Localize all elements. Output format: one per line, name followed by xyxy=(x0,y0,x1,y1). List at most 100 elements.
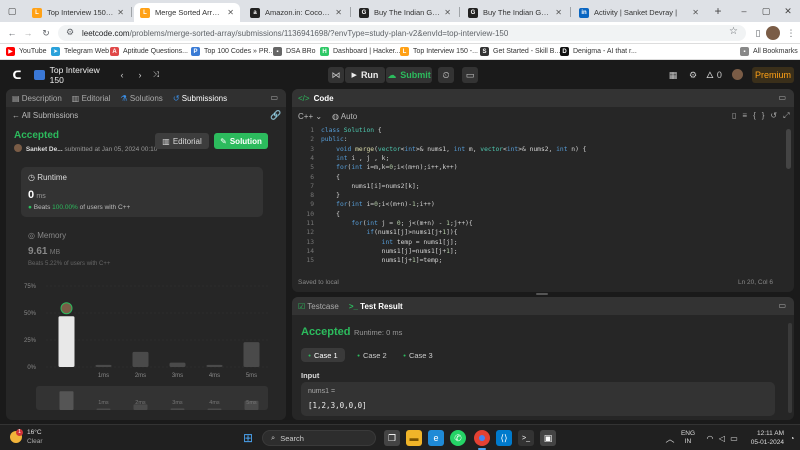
bookmark-top-interview[interactable]: L Top Interview 150 -... xyxy=(400,47,478,56)
code-text: int i , j , k; xyxy=(336,154,390,162)
close-icon[interactable]: ✕ xyxy=(335,8,342,17)
runtime-distribution-chart[interactable]: 75% 50% 25% 0% 1ms 2ms 3ms 4ms 5ms 1ms 2ms 3ms 4ms 5m… xyxy=(6,274,286,416)
edge-icon[interactable]: e xyxy=(428,430,444,446)
bookmark-skill[interactable]: S Get Started - Skill B... xyxy=(480,47,560,56)
tab-test-result[interactable]: >_ Test Result xyxy=(349,302,403,311)
tab-submissions[interactable]: ↺ Submissions xyxy=(173,94,227,103)
reset-icon[interactable]: ↺ xyxy=(770,111,783,120)
bookmark-hackerrank[interactable]: H Dashboard | Hacker... xyxy=(320,47,401,56)
streak-counter[interactable]: 🜂 0 xyxy=(703,67,725,83)
site-info-icon[interactable]: ⚙ xyxy=(66,27,74,38)
debug-icon[interactable]: ⋈ xyxy=(328,67,344,83)
bookmark-aptitude[interactable]: A Aptitude Questions... xyxy=(110,47,188,56)
memory-card[interactable]: ◎ Memory 9.61 MB Beats 5.22% of users wi… xyxy=(21,225,263,271)
link-icon[interactable]: 🔗 xyxy=(270,110,281,121)
input-var-value: [1,2,3,0,0,0] xyxy=(308,401,367,410)
browser-tab[interactable]: a Amazon.in: Cocoblu Retail ✕ xyxy=(244,3,348,22)
console-scrollbar[interactable] xyxy=(788,323,792,413)
browser-tab[interactable]: G Buy The Indian Garage Co ✕ xyxy=(353,3,457,22)
expand-icon[interactable]: ▭ xyxy=(778,301,786,310)
language-selector[interactable]: C++ ⌄ xyxy=(298,112,322,121)
bookmark-star-icon[interactable]: ☆ xyxy=(729,26,738,37)
case-tab-1[interactable]: • Case 1 xyxy=(301,348,345,362)
close-icon[interactable]: ✕ xyxy=(227,8,234,17)
bookmark-dsa[interactable]: ▪ DSA BRo xyxy=(273,47,316,56)
tab-solutions[interactable]: ⚗ Solutions xyxy=(120,94,162,103)
auto-mode[interactable]: ◍ Auto xyxy=(332,112,357,121)
bookmark-denigma[interactable]: D Denigma - AI that r... xyxy=(560,47,637,56)
back-icon[interactable]: ← xyxy=(4,25,20,41)
task-view-icon[interactable]: ❐ xyxy=(384,430,400,446)
browser-tab[interactable]: G Buy The Indian Garage Co ✕ xyxy=(462,3,568,22)
browser-tab[interactable]: in Activity | Sanket Devray | ✕ xyxy=(573,3,705,22)
all-bookmarks[interactable]: ▪ All Bookmarks xyxy=(740,47,798,56)
runtime-card[interactable]: ◷ Runtime 0 ms ● Beats 100.00% of users … xyxy=(21,167,263,217)
layout-icon[interactable]: ▦ xyxy=(667,67,679,83)
tab-testcase[interactable]: ☑ Testcase xyxy=(298,302,339,311)
bookmark-top100[interactable]: P Top 100 Codes » PR... xyxy=(191,47,274,56)
language-indicator[interactable]: ENG IN xyxy=(680,430,696,446)
more-menu-icon[interactable]: ⋮ xyxy=(783,25,799,41)
format-icon[interactable]: ≡ xyxy=(742,111,753,120)
tab-description[interactable]: ▤ Description xyxy=(12,94,62,103)
bookmark-telegram[interactable]: ➤ Telegram Web xyxy=(51,47,109,56)
side-panel-icon[interactable]: ▯ xyxy=(750,25,766,41)
leetcode-logo[interactable]: ᑕ xyxy=(10,67,24,83)
code-scrollbar[interactable] xyxy=(786,129,791,169)
windows-start-icon[interactable]: ⊞ xyxy=(240,430,256,446)
editorial-button[interactable]: ▥ Editorial xyxy=(155,133,209,149)
braces-icon[interactable]: {} xyxy=(753,111,770,120)
chrome-icon[interactable] xyxy=(474,430,490,446)
reload-icon[interactable]: ↻ xyxy=(38,25,54,41)
next-problem-icon[interactable]: › xyxy=(134,67,146,83)
solution-button[interactable]: ✎ Solution xyxy=(214,133,268,149)
panel-resize-handle[interactable] xyxy=(536,293,548,295)
maximize-icon[interactable]: ▢ xyxy=(758,3,774,19)
shuffle-icon[interactable]: ⤨ xyxy=(150,67,162,83)
prev-problem-icon[interactable]: ‹ xyxy=(116,67,128,83)
submit-button[interactable]: ☁ Submit xyxy=(386,67,432,83)
whatsapp-icon[interactable]: ✆ xyxy=(450,430,466,446)
window-close-icon[interactable]: ✕ xyxy=(780,3,796,19)
premium-button[interactable]: Premium xyxy=(752,67,794,83)
settings-icon[interactable]: ⚙ xyxy=(687,67,699,83)
all-submissions-link[interactable]: ← All Submissions xyxy=(12,111,78,120)
url-input[interactable]: ⚙ leetcode.com/problems/merge-sorted-arr… xyxy=(58,25,746,41)
bookmark-youtube[interactable]: ▶ YouTube xyxy=(6,47,47,56)
fullscreen-icon[interactable]: ⤢ xyxy=(783,111,794,120)
tab-editorial[interactable]: ▥ Editorial xyxy=(72,94,111,103)
browser-tab[interactable]: L Top Interview 150 - Study ✕ xyxy=(26,3,130,22)
store-icon[interactable]: ▣ xyxy=(540,430,556,446)
close-icon[interactable]: ✕ xyxy=(117,8,124,17)
tab-actions-icon[interactable]: ▢ xyxy=(4,3,20,19)
new-tab-icon[interactable]: + xyxy=(710,3,726,19)
clock[interactable]: 12:11 AM 05-01-2024 xyxy=(744,429,784,447)
close-icon[interactable]: ✕ xyxy=(555,8,562,17)
timer-icon[interactable]: ⏲ xyxy=(438,67,454,83)
bookmark-icon[interactable]: ▯ xyxy=(732,111,742,120)
expand-icon[interactable]: ▭ xyxy=(778,93,786,102)
notes-icon[interactable]: ▭ xyxy=(462,67,478,83)
code-area[interactable]: 1 class Solution { 2 public: 3 void merge(… xyxy=(292,127,794,269)
minimize-icon[interactable]: – xyxy=(736,3,752,19)
case-tab-2[interactable]: • Case 2 xyxy=(352,348,392,362)
chart-bar xyxy=(132,351,149,367)
expand-icon[interactable]: ▭ xyxy=(270,93,278,102)
vscode-icon[interactable]: ⟨⟩ xyxy=(496,430,512,446)
run-button[interactable]: ▶ Run xyxy=(345,67,385,83)
user-avatar[interactable] xyxy=(732,69,743,80)
problem-list-button[interactable]: Top Interview 150 xyxy=(34,65,114,85)
forward-icon[interactable]: → xyxy=(20,25,36,41)
terminal-app-icon[interactable]: >_ xyxy=(518,430,534,446)
case-tab-3[interactable]: • Case 3 xyxy=(398,348,438,362)
close-icon[interactable]: ✕ xyxy=(692,8,699,17)
tray-chevron-icon[interactable]: ︿ xyxy=(662,430,678,446)
close-icon[interactable]: ✕ xyxy=(444,8,451,17)
notifications-icon[interactable]: ◔ xyxy=(787,430,797,446)
browser-tab-active[interactable]: L Merge Sorted Array - Leetc ✕ xyxy=(134,3,240,22)
taskbar-search[interactable]: ⌕ Search xyxy=(262,430,376,446)
profile-avatar[interactable] xyxy=(766,26,780,40)
file-explorer-icon[interactable]: ▬ xyxy=(406,430,422,446)
submitter-name[interactable]: Sanket De... xyxy=(26,146,63,153)
battery-icon[interactable]: ▭ xyxy=(726,430,742,446)
